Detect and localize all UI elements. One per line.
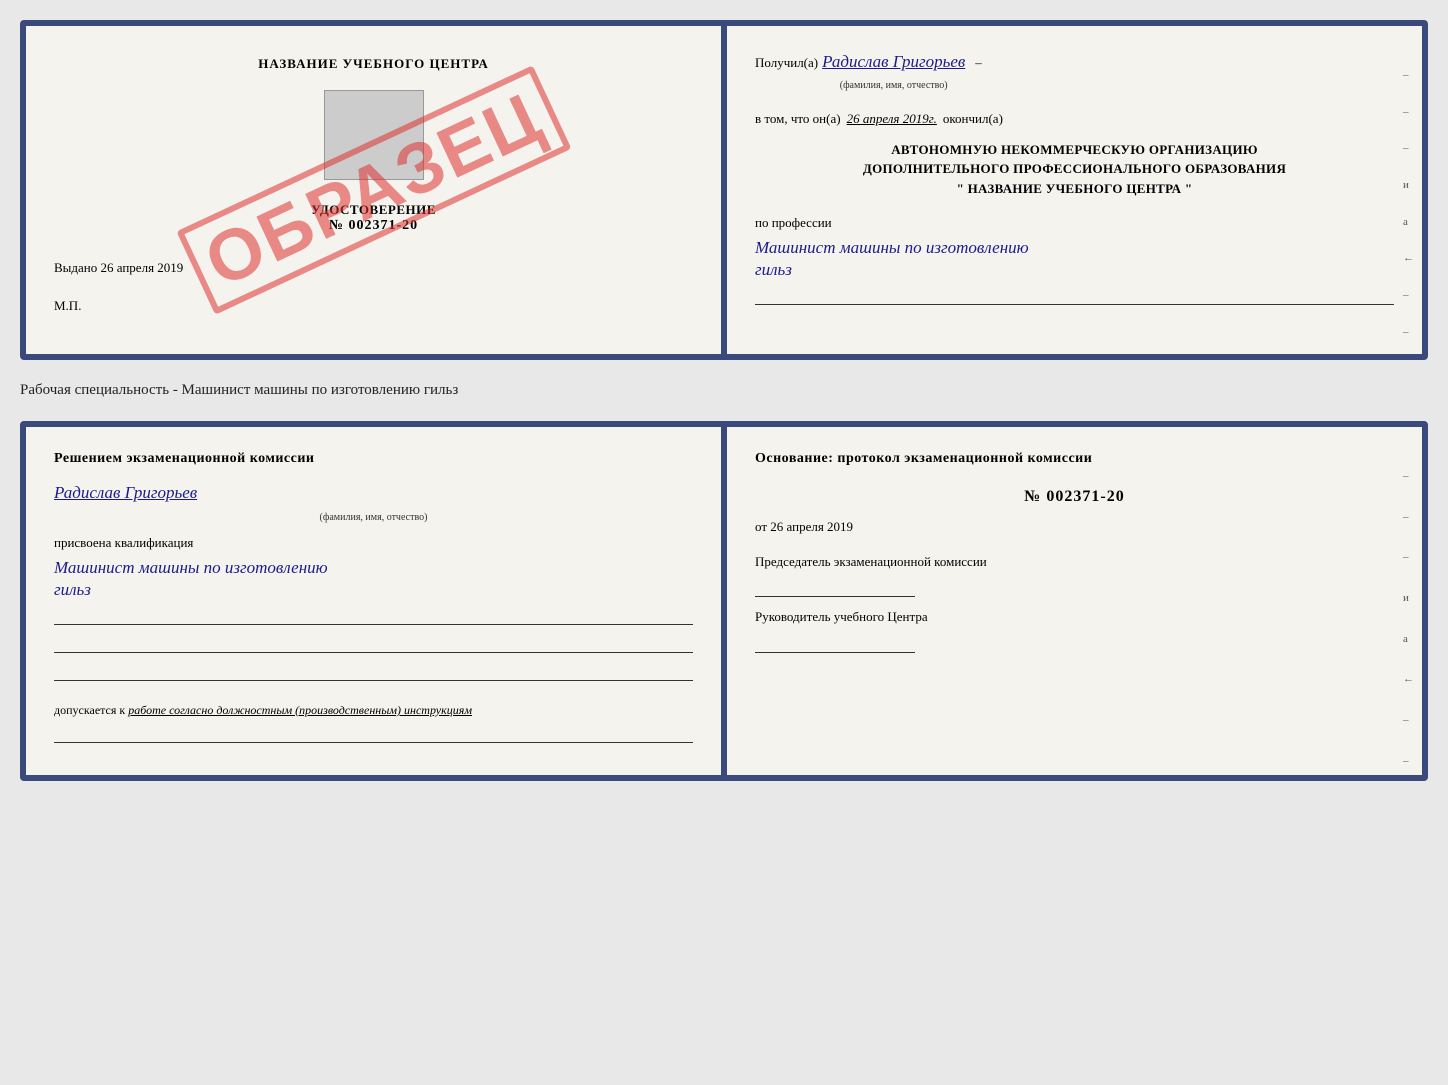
vydano-date: 26 апреля 2019 xyxy=(101,260,184,275)
poluchil-line: Получил(а) Радислав Григорьев (фамилия, … xyxy=(755,48,1394,94)
kvali-underline3 xyxy=(54,661,693,681)
fio-subtitle-top: (фамилия, имя, отчество) xyxy=(822,77,965,94)
poluchil-name: Радислав Григорьев xyxy=(822,52,965,71)
kvali-underline xyxy=(54,605,693,625)
udostoverenie-block: УДОСТОВЕРЕНИЕ № 002371-20 xyxy=(311,202,436,234)
right-dashes-bottom: – – – и а ← – – – xyxy=(1403,467,1414,781)
bottom-name: Радислав Григорьев xyxy=(54,479,693,508)
protocol-date-value: 26 апреля 2019 xyxy=(770,519,853,534)
mp-block: М.П. xyxy=(54,298,693,314)
predsedatel-signature-line xyxy=(755,575,915,597)
org-line3: " НАЗВАНИЕ УЧЕБНОГО ЦЕНТРА " xyxy=(755,179,1394,199)
profession-underline xyxy=(755,285,1394,305)
dopuskaetsya-text: работе согласно должностным (производств… xyxy=(128,703,472,717)
predsedatel-block: Председатель экзаменационной комиссии xyxy=(755,552,1394,598)
bottom-card-left: Решением экзаменационной комиссии Радисл… xyxy=(26,427,721,775)
udostoverenie-label: УДОСТОВЕРЕНИЕ xyxy=(311,202,436,218)
kvali-line2: гильз xyxy=(54,580,91,599)
okonchil-label: окончил(а) xyxy=(943,108,1003,130)
dopuskaetsya-prefix: допускается к xyxy=(54,703,125,717)
org-block: АВТОНОМНУЮ НЕКОММЕРЧЕСКУЮ ОРГАНИЗАЦИЮ ДО… xyxy=(755,140,1394,199)
vtom-line: в том, что он(а) 26 апреля 2019г. окончи… xyxy=(755,108,1394,130)
certificate-number-top: № 002371-20 xyxy=(311,218,436,234)
vtom-date: 26 апреля 2019г. xyxy=(847,108,937,130)
dash-after-name: – xyxy=(975,52,982,74)
right-dashes-top: – – – и а ← – – – xyxy=(1403,66,1414,360)
kvali-underline2 xyxy=(54,633,693,653)
ot-label: от xyxy=(755,519,767,534)
osnovanie-title: Основание: протокол экзаменационной коми… xyxy=(755,449,1394,469)
bottom-card-right: Основание: протокол экзаменационной коми… xyxy=(727,427,1422,775)
rukovoditel-label: Руководитель учебного Центра xyxy=(755,607,1394,627)
kvali-text: Машинист машины по изготовлению гильз xyxy=(54,557,693,601)
rukovoditel-signature-line xyxy=(755,631,915,653)
bottom-document-card: Решением экзаменационной комиссии Радисл… xyxy=(20,421,1428,781)
profession-text-top: Машинист машины по изготовлению гильз xyxy=(755,237,1394,281)
protocol-date: от 26 апреля 2019 xyxy=(755,516,1394,538)
komissia-title: Решением экзаменационной комиссии xyxy=(54,449,693,469)
top-document-card: НАЗВАНИЕ УЧЕБНОГО ЦЕНТРА УДОСТОВЕРЕНИЕ №… xyxy=(20,20,1428,360)
profession-line2: гильз xyxy=(755,260,792,279)
predsedatel-label: Председатель экзаменационной комиссии xyxy=(755,552,1394,572)
kvali-line1: Машинист машины по изготовлению xyxy=(54,558,328,577)
po-professii-label: по профессии xyxy=(755,212,1394,234)
rukovoditel-block: Руководитель учебного Центра xyxy=(755,607,1394,653)
specialty-label: Рабочая специальность - Машинист машины … xyxy=(20,378,1428,403)
protocol-number: № 002371-20 xyxy=(755,483,1394,510)
poluchil-label: Получил(а) xyxy=(755,52,818,74)
vtom-label: в том, что он(а) xyxy=(755,108,841,130)
dopusk-underline xyxy=(54,723,693,743)
prisvoena-label: присвоена квалификация xyxy=(54,532,693,554)
school-name-top: НАЗВАНИЕ УЧЕБНОГО ЦЕНТРА xyxy=(258,56,489,72)
org-line1: АВТОНОМНУЮ НЕКОММЕРЧЕСКУЮ ОРГАНИЗАЦИЮ xyxy=(755,140,1394,160)
top-card-left: НАЗВАНИЕ УЧЕБНОГО ЦЕНТРА УДОСТОВЕРЕНИЕ №… xyxy=(26,26,721,354)
dopuskaetsya-block: допускается к работе согласно должностны… xyxy=(54,701,693,719)
org-line2: ДОПОЛНИТЕЛЬНОГО ПРОФЕССИОНАЛЬНОГО ОБРАЗО… xyxy=(755,159,1394,179)
vydano-label: Выдано xyxy=(54,260,97,275)
photo-placeholder xyxy=(324,90,424,180)
top-card-right: Получил(а) Радислав Григорьев (фамилия, … xyxy=(727,26,1422,354)
fio-subtitle-bottom: (фамилия, имя, отчество) xyxy=(54,509,693,526)
profession-line1: Машинист машины по изготовлению xyxy=(755,238,1029,257)
vydano-block: Выдано 26 апреля 2019 xyxy=(54,260,693,276)
